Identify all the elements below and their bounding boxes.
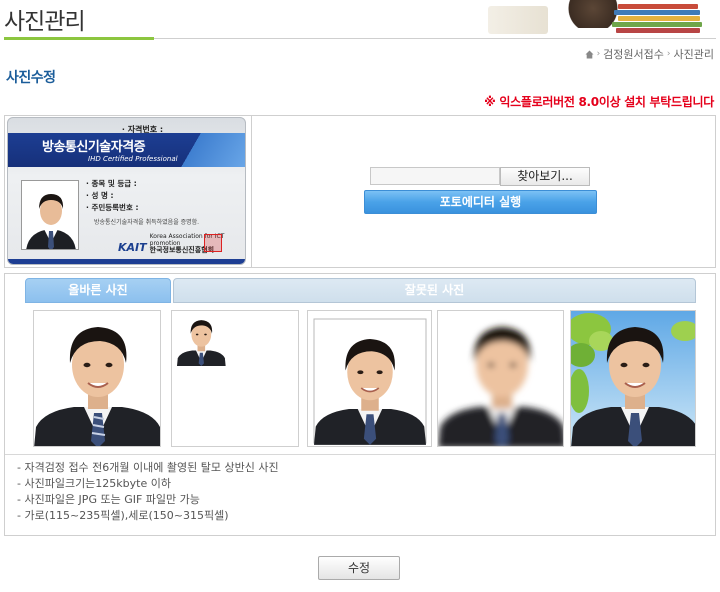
- cert-description: 방송통신기술자격을 취득하였음을 증명함.: [94, 219, 200, 226]
- page-title: 사진관리: [4, 9, 86, 35]
- seal-stamp: [204, 234, 222, 252]
- example-photo-with-border: [307, 310, 432, 447]
- example-photo-correct: [33, 310, 161, 447]
- header-books-illustration: [478, 0, 720, 34]
- example-photo-busy-background: [570, 310, 696, 447]
- header-divider: [154, 38, 716, 39]
- breadcrumb-item-photo[interactable]: 사진관리: [674, 46, 714, 62]
- photo-guidelines: - 자격검정 접수 전6개월 이내에 촬영된 탈모 상반신 사진 - 사진파일크…: [17, 460, 279, 524]
- photo-examples-panel: 올바른 사진 잘못된 사진 - 자격검정 접수 전6개월 이내에 촬영된 탈모 …: [4, 273, 716, 536]
- cert-subtitle: IHD Certified Professional: [88, 155, 178, 163]
- cert-fields: · 종목 및 등급 : · 성 명 : · 주민등록번호 :: [86, 179, 139, 212]
- guideline-item: - 사진파일은 JPG 또는 GIF 파일만 가능: [17, 493, 200, 506]
- file-path-input[interactable]: [370, 167, 500, 185]
- example-photo-blurry: [437, 310, 564, 447]
- cert-title: 방송통신기술자격증: [42, 140, 146, 155]
- browse-button[interactable]: 찾아보기...: [500, 167, 590, 186]
- photo-upload-panel: · 자격번호 : 방송통신기술자격증 IHD Certified Profess…: [4, 115, 716, 268]
- section-title: 사진수정: [6, 70, 56, 86]
- cert-banner: 방송통신기술자격증 IHD Certified Professional: [8, 133, 245, 167]
- header-accent-line: [4, 37, 154, 40]
- kait-logo: KAIT Korea Association for ICT promotion…: [118, 233, 225, 254]
- submit-button[interactable]: 수정: [318, 556, 400, 580]
- home-icon[interactable]: [585, 50, 594, 59]
- certificate-preview: · 자격번호 : 방송통신기술자격증 IHD Certified Profess…: [7, 117, 246, 265]
- tab-correct-photo: 올바른 사진: [25, 278, 171, 303]
- chevron-right-icon: ›: [596, 49, 601, 59]
- chevron-right-icon: ›: [666, 49, 671, 59]
- breadcrumb: › 검정원서접수 › 사진관리: [585, 46, 714, 62]
- photo-editor-button[interactable]: 포토에디터 실행: [364, 190, 597, 214]
- cert-photo: [21, 180, 79, 250]
- guideline-item: - 사진파일크기는125kbyte 이하: [17, 477, 171, 490]
- example-photo-too-small: [171, 310, 299, 447]
- breadcrumb-item-apply[interactable]: 검정원서접수: [603, 46, 664, 62]
- guideline-item: - 자격검정 접수 전6개월 이내에 촬영된 탈모 상반신 사진: [17, 461, 279, 474]
- tab-wrong-photo: 잘못된 사진: [173, 278, 696, 303]
- guideline-item: - 가로(115~235픽셀),세로(150~315픽셀): [17, 509, 229, 522]
- browser-notice: ※ 익스플로러버전 8.0이상 설치 부탁드립니다: [484, 95, 714, 109]
